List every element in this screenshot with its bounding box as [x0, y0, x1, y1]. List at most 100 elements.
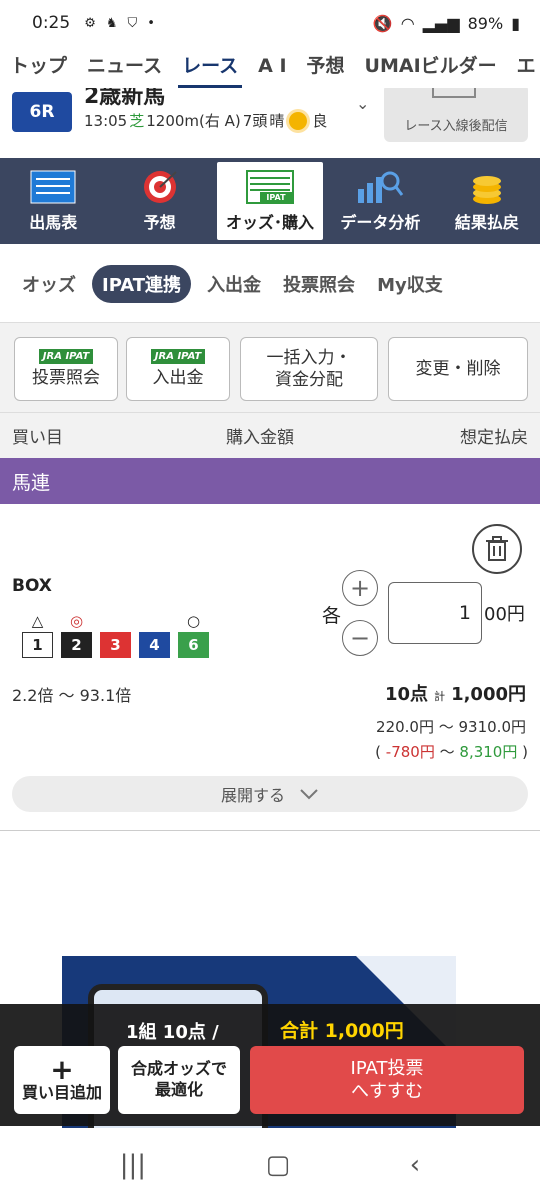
nav-item[interactable]: 予想	[297, 46, 355, 88]
menu-odds-purchase[interactable]: IPAT オッズ･購入	[216, 162, 324, 240]
total-mark: 計	[434, 690, 446, 703]
horse-entry: ○ 6	[178, 612, 209, 658]
nav-item[interactable]: トップ	[0, 46, 77, 88]
selection-count: 1組 10点 /	[126, 1022, 219, 1043]
add-bet-button[interactable]: + 買い目追加	[14, 1046, 110, 1114]
deposit-button[interactable]: JRA IPAT 入出金	[126, 337, 230, 401]
nav-item[interactable]: A I	[248, 46, 296, 88]
bulk-input-button[interactable]: 一括入力・ 資金分配	[240, 337, 378, 401]
col-payout: 想定払戻	[460, 428, 528, 448]
replay-button[interactable]: レース入線後配信	[384, 88, 528, 142]
horse-entry: △ 1	[22, 612, 53, 658]
recent-apps-icon[interactable]: |||	[120, 1150, 146, 1180]
dot-icon: •	[147, 15, 155, 31]
jra-ipat-tag: JRA IPAT	[38, 348, 94, 364]
profit-separator: 〜	[439, 743, 455, 761]
sub-tab[interactable]: IPAT連携	[92, 265, 192, 303]
horse-entry: 4	[139, 612, 170, 658]
col-amount: 購入金額	[226, 428, 294, 448]
vote-inquiry-label: 投票照会	[32, 367, 100, 388]
ipat-vote-label-2: へすすむ	[351, 1081, 423, 1102]
ipat-vote-button[interactable]: IPAT投票 へすすむ	[250, 1046, 524, 1114]
top-navigation: トップ ニュース レース A I 予想 UMAIビルダーエ	[0, 46, 540, 88]
race-number: 6R	[12, 92, 72, 132]
prediction-mark: △	[31, 612, 44, 630]
divider	[0, 830, 540, 831]
modify-delete-button[interactable]: 変更・削除	[388, 337, 528, 401]
ipat-vote-label: IPAT投票	[350, 1057, 424, 1079]
menu-yoso[interactable]: 予想	[106, 158, 212, 244]
sub-tabs: オッズ IPAT連携 入出金 投票照会 My収支	[0, 256, 540, 312]
race-weather: 晴	[269, 112, 285, 130]
bet-type-header: 馬連	[0, 458, 540, 504]
points-count: 10点	[385, 684, 429, 705]
horse-number: 3	[100, 632, 131, 658]
sun-icon	[289, 111, 308, 130]
horse-number: 2	[61, 632, 92, 658]
status-notification-icons: ⚙ ♞ ⛉ •	[84, 16, 155, 31]
menu-label: 出馬表	[29, 213, 78, 232]
nav-item[interactable]: エ	[507, 46, 540, 88]
back-icon[interactable]: ‹	[410, 1150, 420, 1180]
menu-label: 結果払戻	[454, 213, 519, 232]
menu-result[interactable]: 結果払戻	[434, 158, 540, 244]
optimize-label-2: 最適化	[154, 1080, 203, 1099]
grand-total: 合計 1,000円	[280, 1020, 404, 1042]
system-navigation: ||| ▢ ‹	[0, 1130, 540, 1199]
bet-total: 10点 計 1,000円	[385, 680, 526, 706]
nav-item[interactable]: ニュース	[77, 46, 172, 88]
sub-tab[interactable]: 入出金	[201, 265, 267, 303]
nav-item[interactable]: UMAIビルダー	[355, 46, 507, 88]
each-label: 各	[322, 605, 342, 627]
sub-tab[interactable]: My収支	[371, 265, 449, 303]
bulk-input-label: 一括入力・	[266, 347, 352, 368]
horse-entry: 3	[100, 612, 131, 658]
nav-item[interactable]: レース	[172, 46, 248, 88]
profit-open: (	[375, 743, 381, 761]
status-bar: 0:25 ⚙ ♞ ⛉ • 🔇 ◠ ▂▄▆ 89% ▮	[0, 0, 540, 46]
home-icon[interactable]: ▢	[266, 1150, 291, 1180]
svg-text:IPAT: IPAT	[266, 193, 286, 202]
menu-shutsuba[interactable]: 出馬表	[0, 158, 106, 244]
race-name: 2歳新馬	[84, 88, 166, 109]
profit-min: -780円	[385, 743, 435, 761]
wifi-icon: ◠	[400, 13, 415, 33]
decrement-button[interactable]: −	[342, 620, 378, 656]
chevron-down-icon	[299, 785, 319, 804]
jra-ipat-tag: JRA IPAT	[150, 348, 206, 364]
deposit-label: 入出金	[152, 367, 204, 388]
menu-data-analysis[interactable]: データ分析	[327, 158, 433, 244]
profit-max: 8,310円	[459, 743, 518, 761]
expand-button[interactable]: 展開する	[12, 776, 528, 812]
chevron-down-icon[interactable]: ⌄	[356, 94, 369, 113]
add-bet-label: 買い目追加	[21, 1082, 102, 1102]
sub-tab[interactable]: オッズ	[16, 265, 82, 303]
status-time: 0:25	[32, 13, 71, 33]
increment-button[interactable]: +	[342, 570, 378, 606]
optimize-button[interactable]: 合成オッズで 最適化	[118, 1046, 240, 1114]
amount-input[interactable]: 1	[388, 582, 482, 644]
sub-tab[interactable]: 投票照会	[277, 265, 361, 303]
plus-icon: +	[349, 574, 371, 602]
horse-number: 1	[22, 632, 53, 658]
chart-search-icon	[356, 169, 404, 205]
payout-range: 220.0円 〜 9310.0円	[376, 718, 526, 736]
prediction-mark: ○	[186, 612, 201, 630]
race-surface: 芝	[129, 112, 145, 130]
trash-icon[interactable]	[472, 524, 522, 574]
race-runners: 7頭	[242, 112, 268, 130]
vote-inquiry-button[interactable]: JRA IPAT 投票照会	[14, 337, 118, 401]
minus-icon: −	[349, 624, 371, 652]
race-track: 良	[312, 112, 328, 130]
horse-number: 4	[139, 632, 170, 658]
horse-entry: ◎ 2	[61, 612, 92, 658]
horse-selection: △ 1 ◎ 2 3 4 ○ 6	[22, 612, 209, 658]
menu-label: データ分析	[340, 213, 421, 232]
bet-mode: BOX	[12, 576, 52, 596]
race-info: 6R 2歳新馬 ⌄ 13:05 芝 1200m(右 A) 7頭 晴 良 レース入…	[0, 88, 540, 158]
col-bet: 買い目	[12, 428, 63, 448]
coins-icon	[463, 169, 511, 205]
app-icon: ♞	[105, 15, 118, 31]
horse-number: 6	[178, 632, 209, 658]
plus-icon: +	[50, 1052, 74, 1086]
